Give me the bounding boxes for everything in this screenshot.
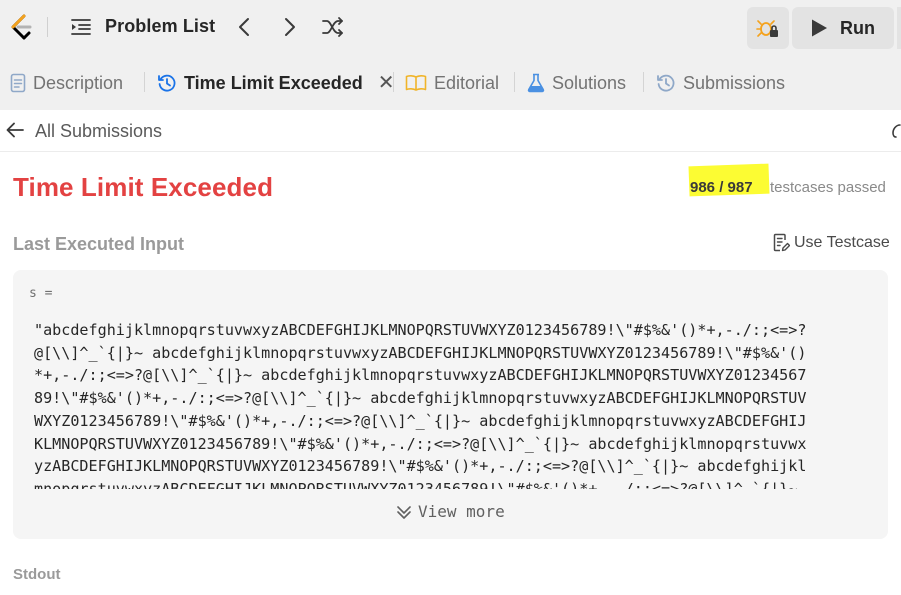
input-variable-label: s = [29, 286, 53, 301]
top-navigation-bar: Problem List Run [0, 0, 901, 56]
debug-button[interactable] [747, 7, 789, 49]
tab-label: Description [33, 72, 124, 93]
input-value-line: 89!\"#$%&'()*+,-./:;<=>?@[\\]^_`{|}~ abc… [34, 389, 807, 408]
previous-question-button[interactable] [231, 14, 257, 40]
leetcode-logo-icon[interactable] [6, 12, 36, 42]
problem-list-label[interactable]: Problem List [105, 16, 215, 37]
run-button[interactable]: Run [792, 7, 894, 49]
description-icon [10, 73, 26, 93]
random-question-button[interactable] [320, 14, 346, 40]
input-value-line: *+,-./:;<=>?@[\\]^_`{|}~ abcdefghijklmno… [34, 366, 807, 385]
play-icon [812, 19, 827, 37]
edit-icon[interactable] [888, 121, 901, 141]
problem-list-icon[interactable] [69, 15, 93, 39]
run-label: Run [840, 17, 875, 38]
tab-divider [393, 72, 394, 92]
last-executed-input-label: Last Executed Input [13, 234, 185, 254]
flask-icon [527, 73, 545, 93]
all-submissions-link[interactable]: All Submissions [35, 121, 162, 142]
tab-label: Time Limit Exceeded [184, 72, 363, 93]
tab-label: Submissions [683, 72, 786, 93]
view-more-button[interactable]: View more [396, 502, 505, 521]
shuffle-icon [322, 17, 343, 37]
next-question-button[interactable] [277, 14, 303, 40]
submit-button-edge[interactable] [897, 7, 901, 49]
panel-tab-bar: Description Time Limit Exceeded ✕ Editor… [0, 56, 901, 110]
testcases-passed-label: testcases passed [770, 179, 886, 196]
input-value-line: yzABCDEFGHIJKLMNOPQRSTUVWXYZ0123456789!\… [34, 457, 807, 476]
history-icon [158, 74, 176, 92]
topbar-divider [47, 17, 48, 37]
chevron-right-icon [285, 18, 295, 36]
view-more-label: View more [418, 502, 505, 521]
input-value-line: @[\\]^_`{|}~ abcdefghijklmnopqrstuvwxyzA… [34, 343, 807, 362]
book-icon [405, 75, 427, 91]
document-edit-icon [773, 233, 790, 252]
input-value-line: WXYZ0123456789!\"#$%&'()*+,-./:;<=>?@[\\… [34, 411, 807, 430]
tab-divider [144, 72, 145, 92]
chevron-left-icon [239, 18, 249, 36]
tab-label: Solutions [552, 72, 627, 93]
tab-description[interactable]: Description [10, 56, 123, 110]
close-tab-button[interactable]: ✕ [378, 73, 395, 93]
testcases-passed-count: 986 / 987 [690, 179, 753, 196]
tab-label: Editorial [434, 72, 500, 93]
tab-divider [643, 72, 644, 92]
tab-time-limit-exceeded[interactable]: Time Limit Exceeded ✕ [157, 56, 395, 110]
arrow-left-icon[interactable] [5, 120, 25, 140]
use-testcase-label: Use Testcase [794, 233, 890, 251]
history-icon [657, 74, 675, 92]
stdout-label: Stdout [13, 566, 61, 583]
use-testcase-button[interactable]: Use Testcase [773, 233, 890, 252]
input-value-line: KLMNOPQRSTUVWXYZ0123456789!\"#$%&'()*+,-… [34, 434, 807, 453]
tab-solutions[interactable]: Solutions [527, 56, 626, 110]
tab-submissions[interactable]: Submissions [656, 56, 785, 110]
input-value-line: "abcdefghijklmnopqrstuvwxyzABCDEFGHIJKLM… [34, 321, 807, 339]
double-chevron-down-icon [397, 505, 411, 519]
input-value-text[interactable]: "abcdefghijklmnopqrstuvwxyzABCDEFGHIJKLM… [34, 319, 879, 489]
bug-lock-icon [756, 20, 778, 37]
input-value-line: mnopqrstuvwxyzABCDEFGHIJKLMNOPQRSTUVWXYZ… [34, 479, 798, 489]
submission-status-title: Time Limit Exceeded [13, 172, 274, 202]
last-input-box: s = "abcdefghijklmnopqrstuvwxyzABCDEFGHI… [13, 270, 888, 539]
tab-editorial[interactable]: Editorial [405, 56, 499, 110]
submission-subheader: All Submissions [0, 110, 901, 152]
tab-divider [514, 72, 515, 92]
